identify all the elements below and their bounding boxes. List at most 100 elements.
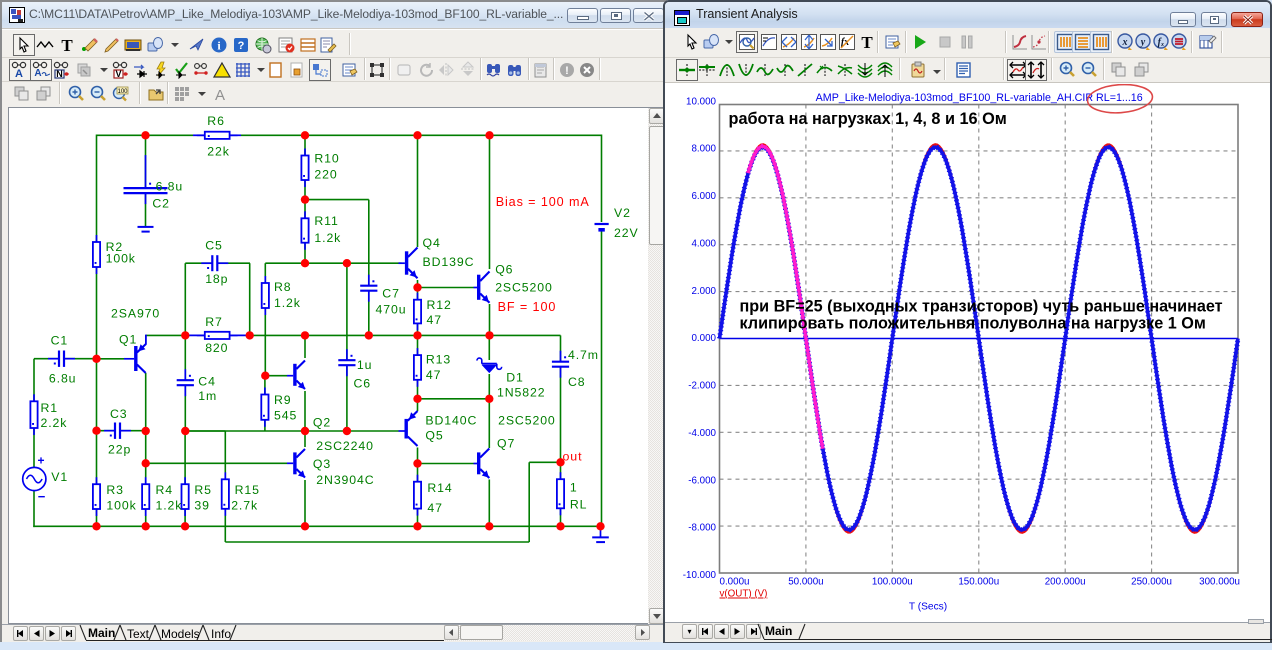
svg-text:0.000u: 0.000u — [720, 577, 750, 588]
svg-text:R9: R9 — [274, 393, 292, 407]
svg-text:220: 220 — [314, 168, 337, 182]
svg-text:-8.000: -8.000 — [688, 523, 716, 534]
svg-text:18p: 18p — [205, 272, 228, 286]
svg-text:22p: 22p — [108, 442, 131, 456]
svg-text:4.000: 4.000 — [691, 238, 716, 249]
svg-text:0.000: 0.000 — [691, 333, 716, 344]
svg-text:-6.000: -6.000 — [688, 475, 716, 486]
svg-text:R5: R5 — [194, 483, 212, 497]
svg-text:150.000u: 150.000u — [958, 577, 999, 588]
svg-text:+: + — [38, 454, 46, 468]
svg-text:!: ! — [565, 65, 569, 77]
svg-text:2SA970: 2SA970 — [111, 306, 160, 320]
svg-text:4.7m: 4.7m — [568, 348, 599, 362]
svg-text:Q2: Q2 — [313, 415, 331, 429]
svg-text:6.8u: 6.8u — [156, 180, 184, 194]
svg-text:1m: 1m — [198, 389, 217, 403]
svg-text:R13: R13 — [426, 353, 451, 367]
svg-text:1.2k: 1.2k — [314, 231, 341, 245]
svg-text:545: 545 — [274, 409, 297, 423]
svg-text:C3: C3 — [110, 407, 128, 421]
svg-text:100k: 100k — [106, 498, 136, 512]
svg-text:47: 47 — [426, 368, 441, 382]
svg-text:-4.000: -4.000 — [688, 428, 716, 439]
svg-text:BF = 100: BF = 100 — [498, 300, 557, 314]
svg-text:22k: 22k — [207, 144, 230, 158]
svg-text:BD140C: BD140C — [425, 414, 477, 428]
svg-text:470u: 470u — [376, 302, 407, 316]
svg-text:10.000: 10.000 — [686, 96, 717, 107]
svg-text:100: 100 — [117, 89, 128, 95]
svg-text:820: 820 — [205, 341, 228, 355]
svg-text:Q7: Q7 — [497, 436, 515, 450]
svg-text:50.000u: 50.000u — [788, 577, 823, 588]
svg-text:-10.000: -10.000 — [683, 570, 717, 581]
svg-text:работа на нагрузках 1, 4, 8 и: работа на нагрузках 1, 4, 8 и 16 Ом — [729, 110, 1007, 128]
svg-text:fₓ: fₓ — [1158, 37, 1165, 48]
svg-text:R7: R7 — [205, 315, 223, 329]
svg-text:39: 39 — [194, 498, 209, 512]
svg-text:47: 47 — [427, 501, 442, 515]
svg-text:200.000u: 200.000u — [1045, 577, 1086, 588]
svg-text:2SC2240: 2SC2240 — [316, 439, 374, 453]
svg-text:A: A — [15, 68, 23, 79]
svg-text:out: out — [563, 449, 583, 463]
svg-text:R14: R14 — [427, 481, 452, 495]
svg-text:v(OUT) (V): v(OUT) (V) — [720, 589, 768, 600]
svg-text:2.000: 2.000 — [691, 286, 716, 297]
svg-text:Bias = 100 mA: Bias = 100 mA — [496, 195, 590, 209]
svg-text:2SC5200: 2SC5200 — [495, 280, 553, 294]
svg-text:Q5: Q5 — [425, 428, 443, 442]
svg-text:1N5822: 1N5822 — [497, 386, 545, 400]
svg-text:AMP_Like-Melodiya-103mod_BF100: AMP_Like-Melodiya-103mod_BF100_RL-variab… — [816, 92, 1143, 104]
svg-text:BD139C: BD139C — [423, 255, 475, 269]
svg-text:1u: 1u — [357, 358, 372, 372]
svg-text:8.000: 8.000 — [691, 144, 716, 155]
svg-text:6.8u: 6.8u — [49, 371, 77, 385]
svg-text:C7: C7 — [382, 287, 400, 301]
svg-text:R6: R6 — [207, 114, 225, 128]
svg-text:RL: RL — [570, 497, 588, 511]
svg-text:V: V — [115, 69, 121, 79]
svg-text:100.000u: 100.000u — [872, 577, 913, 588]
svg-text:T: T — [861, 33, 873, 51]
svg-text:Q1: Q1 — [119, 333, 137, 347]
svg-text:D1: D1 — [506, 371, 524, 385]
svg-text:2SC5200: 2SC5200 — [498, 413, 556, 427]
svg-text:22V: 22V — [614, 226, 639, 240]
svg-text:Q6: Q6 — [495, 262, 513, 276]
svg-text:C1: C1 — [51, 333, 69, 347]
svg-text:C2: C2 — [152, 197, 170, 211]
svg-text:R8: R8 — [274, 280, 292, 294]
svg-text:100k: 100k — [106, 252, 136, 266]
svg-text:T (Secs): T (Secs) — [909, 602, 947, 613]
svg-text:47: 47 — [427, 313, 442, 327]
svg-text:N: N — [56, 69, 63, 79]
svg-text:R11: R11 — [314, 214, 338, 228]
svg-text:T: T — [61, 36, 73, 54]
svg-text:1.2k: 1.2k — [156, 498, 183, 512]
svg-text:R1: R1 — [41, 401, 59, 415]
svg-text:A: A — [34, 68, 41, 79]
svg-text:R15: R15 — [235, 483, 260, 497]
svg-text:300.000u: 300.000u — [1199, 577, 1240, 588]
svg-text:при BF=25 (выходных транзистор: при BF=25 (выходных транзисторов) чуть р… — [740, 298, 1223, 316]
svg-text:y: y — [1140, 37, 1146, 48]
svg-text:A: A — [215, 87, 225, 103]
svg-text:−: − — [38, 489, 47, 504]
svg-text:C6: C6 — [354, 376, 372, 390]
svg-text:250.000u: 250.000u — [1131, 577, 1172, 588]
svg-text:?: ? — [238, 40, 245, 52]
svg-text:клипировать положительнвя полу: клипировать положительнвя полуволна на н… — [740, 315, 1206, 333]
svg-text:C8: C8 — [568, 375, 586, 389]
svg-text:R10: R10 — [314, 152, 339, 166]
svg-text:2N3904C: 2N3904C — [316, 473, 374, 487]
svg-text:C5: C5 — [205, 239, 223, 253]
svg-text:2.7k: 2.7k — [231, 498, 258, 512]
svg-text:C4: C4 — [198, 374, 216, 388]
svg-text:x: x — [1122, 37, 1128, 48]
svg-text:Q4: Q4 — [423, 236, 441, 250]
svg-text:V1: V1 — [51, 470, 68, 484]
svg-text:-2.000: -2.000 — [688, 381, 716, 392]
svg-text:R3: R3 — [106, 483, 124, 497]
